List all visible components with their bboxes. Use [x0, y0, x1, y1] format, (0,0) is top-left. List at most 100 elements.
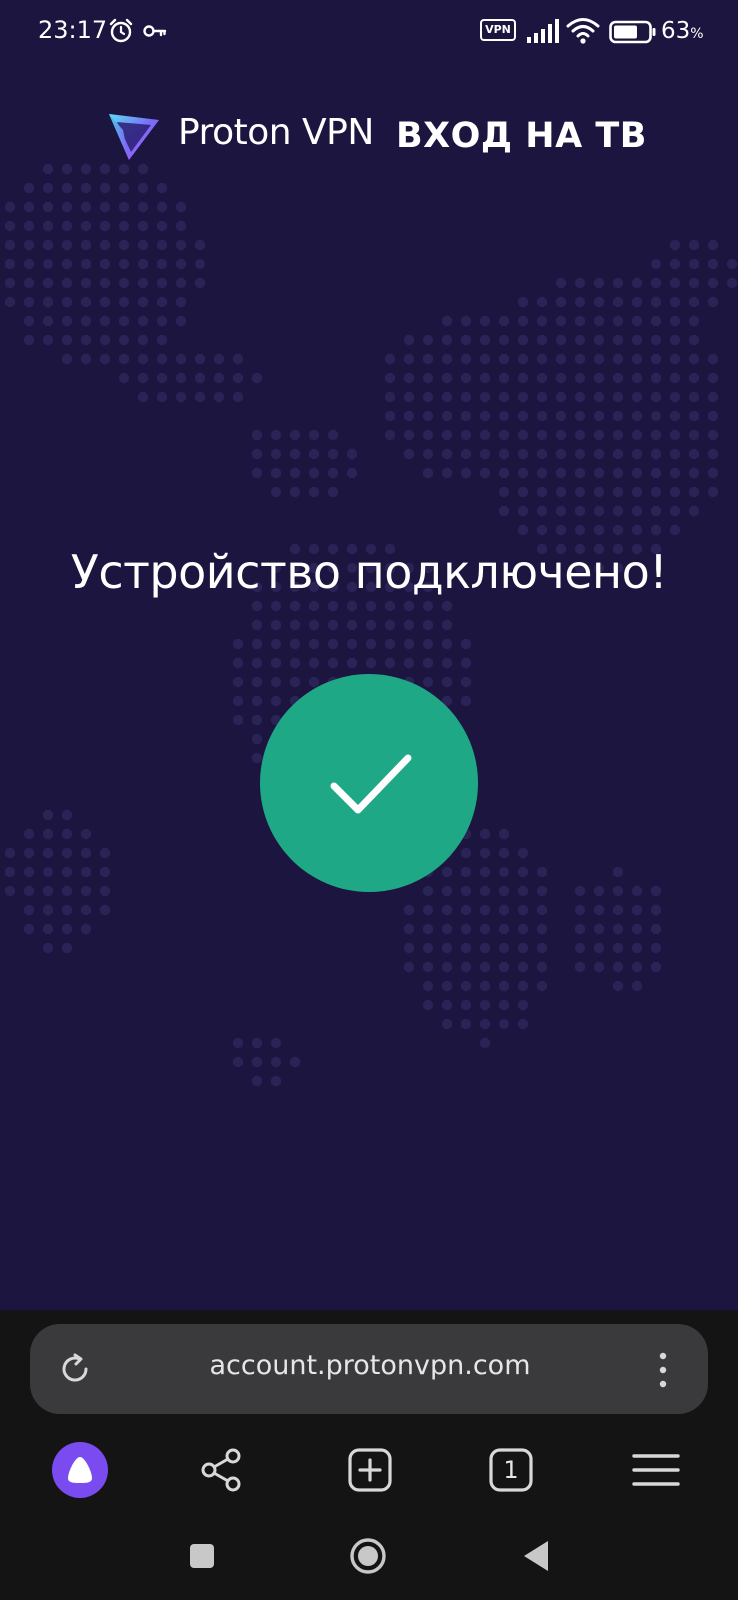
map-dot	[593, 429, 605, 441]
map-dot	[669, 372, 681, 384]
map-dot	[574, 315, 586, 327]
map-dot	[61, 923, 73, 935]
map-dot	[422, 391, 434, 403]
map-dot	[669, 258, 681, 270]
map-dot	[669, 353, 681, 365]
reload-icon[interactable]	[58, 1352, 92, 1386]
map-dot	[422, 448, 434, 460]
map-dot	[270, 600, 282, 612]
map-dot	[460, 999, 472, 1011]
map-dot	[213, 391, 225, 403]
map-dot	[346, 467, 358, 479]
map-dot	[631, 353, 643, 365]
map-dot	[498, 961, 510, 973]
home-icon[interactable]	[349, 1537, 387, 1575]
map-dot	[536, 961, 548, 973]
map-dot	[42, 315, 54, 327]
map-dot	[479, 448, 491, 460]
map-dot	[669, 448, 681, 460]
map-dot	[384, 600, 396, 612]
map-dot	[593, 486, 605, 498]
map-dot	[479, 315, 491, 327]
web-page: 23:17 VPN 63% Proton VPN ВХОД НА ТВ Устр…	[0, 0, 738, 1310]
map-dot	[631, 410, 643, 422]
map-dot	[441, 353, 453, 365]
back-icon[interactable]	[522, 1539, 550, 1573]
map-dot	[270, 486, 282, 498]
map-dot	[631, 961, 643, 973]
map-dot	[441, 657, 453, 669]
map-dot	[23, 885, 35, 897]
map-dot	[42, 163, 54, 175]
map-dot	[593, 391, 605, 403]
map-dot	[118, 220, 130, 232]
map-dot	[99, 201, 111, 213]
map-dot	[688, 467, 700, 479]
more-options-icon[interactable]	[650, 1350, 676, 1390]
map-dot	[498, 923, 510, 935]
map-dot	[574, 524, 586, 536]
map-dot	[270, 657, 282, 669]
map-dot	[593, 410, 605, 422]
map-dot	[61, 809, 73, 821]
map-dot	[118, 201, 130, 213]
map-dot	[251, 638, 263, 650]
device-connected-headline: Устройство подключено!	[70, 545, 668, 599]
map-dot	[650, 942, 662, 954]
share-icon[interactable]	[195, 1442, 251, 1498]
map-dot	[669, 334, 681, 346]
map-dot	[574, 467, 586, 479]
map-dot	[137, 258, 149, 270]
alice-icon[interactable]	[52, 1442, 108, 1498]
map-dot	[479, 1037, 491, 1049]
map-dot	[42, 258, 54, 270]
map-dot	[42, 942, 54, 954]
map-dot	[270, 1075, 282, 1087]
map-dot	[460, 885, 472, 897]
map-dot	[460, 923, 472, 935]
map-dot	[650, 372, 662, 384]
map-dot	[80, 334, 92, 346]
map-dot	[650, 448, 662, 460]
battery-unit: %	[690, 26, 704, 42]
map-dot	[460, 847, 472, 859]
map-dot	[517, 1018, 529, 1030]
map-dot	[441, 999, 453, 1011]
map-dot	[669, 315, 681, 327]
hamburger-menu-icon[interactable]	[628, 1442, 684, 1498]
map-dot	[669, 410, 681, 422]
map-dot	[118, 182, 130, 194]
map-dot	[574, 391, 586, 403]
map-dot	[707, 372, 719, 384]
map-dot	[460, 467, 472, 479]
map-dot	[536, 505, 548, 517]
map-dot	[403, 600, 415, 612]
map-dot	[346, 448, 358, 460]
map-dot	[441, 619, 453, 631]
tab-count[interactable]: 1	[483, 1442, 539, 1498]
new-tab-icon[interactable]	[342, 1442, 398, 1498]
map-dot	[574, 923, 586, 935]
map-dot	[441, 676, 453, 688]
map-dot	[460, 1018, 472, 1030]
map-dot	[441, 885, 453, 897]
map-dot	[61, 942, 73, 954]
map-dot	[441, 866, 453, 878]
map-dot	[574, 410, 586, 422]
map-dot	[251, 657, 263, 669]
map-dot	[99, 866, 111, 878]
map-dot	[593, 277, 605, 289]
map-dot	[517, 315, 529, 327]
map-dot	[137, 296, 149, 308]
map-dot	[327, 619, 339, 631]
brand-name: Proton VPN	[178, 112, 374, 153]
map-dot	[175, 372, 187, 384]
map-dot	[688, 505, 700, 517]
map-dot	[498, 847, 510, 859]
url-text[interactable]: account.protonvpn.com	[110, 1350, 630, 1381]
map-dot	[289, 1056, 301, 1068]
recent-apps-icon[interactable]	[189, 1543, 215, 1569]
map-dot	[574, 372, 586, 384]
map-dot	[80, 258, 92, 270]
map-dot	[308, 448, 320, 460]
